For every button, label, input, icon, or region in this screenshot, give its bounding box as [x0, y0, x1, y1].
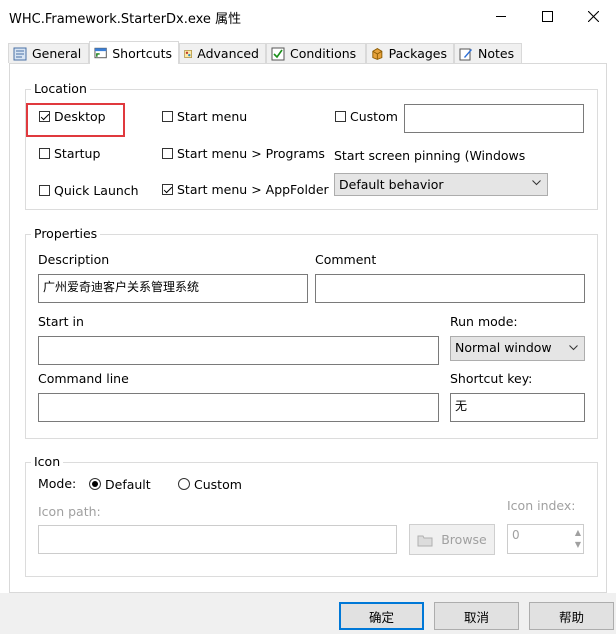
startup-label: Startup — [54, 146, 101, 161]
mode-label: Mode: — [38, 476, 77, 491]
cancel-button[interactable]: 取消 — [434, 602, 519, 630]
shortcuts-icon — [94, 47, 107, 59]
ok-button[interactable]: 确定 — [339, 602, 424, 630]
quick-launch-checkbox[interactable] — [39, 185, 50, 196]
mode-default-label: Default — [105, 477, 151, 492]
chevron-down-icon — [532, 180, 541, 186]
tab-label: Packages — [388, 46, 447, 61]
tab-general[interactable]: General — [8, 43, 89, 63]
tab-shortcuts[interactable]: Shortcuts — [89, 41, 179, 64]
tab-label: Conditions — [290, 46, 357, 61]
icon-index-value: 0 — [512, 528, 520, 542]
custom-location-input[interactable] — [404, 104, 584, 133]
help-button[interactable]: 帮助 — [529, 602, 614, 630]
folder-icon — [417, 535, 433, 546]
advanced-icon — [184, 49, 192, 58]
dialog-footer — [0, 593, 616, 634]
custom-location-checkbox[interactable] — [335, 111, 346, 122]
maximize-button[interactable] — [524, 0, 570, 32]
mode-default-radio[interactable] — [89, 478, 101, 490]
window-title: WHC.Framework.StarterDx.exe 属性 — [9, 12, 242, 27]
browse-button[interactable]: Browse — [409, 524, 495, 555]
desktop-highlight — [26, 103, 125, 137]
run-mode-select[interactable]: Normal window — [450, 336, 585, 361]
start-menu-programs-label: Start menu > Programs — [177, 146, 325, 161]
shortcut-key-input[interactable]: 无 — [450, 393, 585, 422]
tab-label: General — [32, 46, 82, 61]
icon-index-stepper[interactable]: 0 ▲ ▼ — [507, 524, 584, 554]
command-line-label: Command line — [38, 371, 129, 386]
conditions-icon — [271, 47, 285, 60]
start-in-input[interactable] — [38, 336, 439, 365]
tab-packages[interactable]: Packages — [366, 43, 454, 63]
minimize-button[interactable] — [478, 0, 524, 32]
location-legend: Location — [31, 81, 90, 96]
maximize-icon — [541, 10, 553, 22]
close-button[interactable] — [570, 0, 616, 32]
icon-index-label: Icon index: — [507, 498, 576, 513]
title-bar: WHC.Framework.StarterDx.exe 属性 — [0, 0, 616, 32]
minimize-icon — [496, 15, 506, 17]
start-menu-checkbox[interactable] — [162, 111, 173, 122]
shortcut-key-label: Shortcut key: — [450, 371, 533, 386]
browse-label: Browse — [441, 532, 487, 547]
general-icon — [13, 47, 27, 60]
command-line-input[interactable] — [38, 393, 439, 422]
pinning-label: Start screen pinning (Windows — [334, 148, 526, 163]
start-menu-appfolder-checkbox[interactable] — [162, 184, 173, 195]
start-menu-label: Start menu — [177, 109, 248, 124]
tab-conditions[interactable]: Conditions — [266, 43, 366, 63]
mode-custom-radio[interactable] — [178, 478, 190, 490]
tab-label: Notes — [478, 46, 515, 61]
icon-legend: Icon — [31, 454, 64, 469]
tab-notes[interactable]: Notes — [454, 43, 522, 63]
quick-launch-label: Quick Launch — [54, 183, 139, 198]
properties-legend: Properties — [31, 226, 101, 241]
tab-advanced[interactable]: Advanced — [179, 43, 266, 63]
mode-custom-label: Custom — [194, 477, 242, 492]
icon-path-input[interactable] — [38, 525, 397, 554]
pinning-value: Default behavior — [339, 177, 444, 192]
comment-label: Comment — [315, 252, 377, 267]
stepper-up-icon[interactable]: ▲ — [575, 528, 581, 537]
comment-input[interactable] — [315, 274, 585, 303]
tab-label: Advanced — [197, 46, 259, 61]
chevron-down-icon — [569, 345, 578, 351]
startup-checkbox[interactable] — [39, 148, 50, 159]
run-mode-label: Run mode: — [450, 314, 518, 329]
close-icon — [587, 10, 599, 22]
stepper-down-icon[interactable]: ▼ — [575, 540, 581, 549]
start-menu-appfolder-label: Start menu > AppFolder — [177, 182, 329, 197]
custom-location-label: Custom — [350, 109, 398, 124]
notes-icon — [459, 48, 472, 60]
tab-label: Shortcuts — [112, 45, 172, 61]
start-menu-programs-checkbox[interactable] — [162, 148, 173, 159]
icon-path-label: Icon path: — [38, 504, 101, 519]
description-label: Description — [38, 252, 110, 267]
start-in-label: Start in — [38, 314, 84, 329]
packages-icon — [372, 47, 383, 60]
run-mode-value: Normal window — [455, 340, 552, 355]
pinning-select[interactable]: Default behavior — [334, 173, 548, 196]
description-input[interactable]: 广州爱奇迪客户关系管理系统 — [38, 274, 308, 303]
